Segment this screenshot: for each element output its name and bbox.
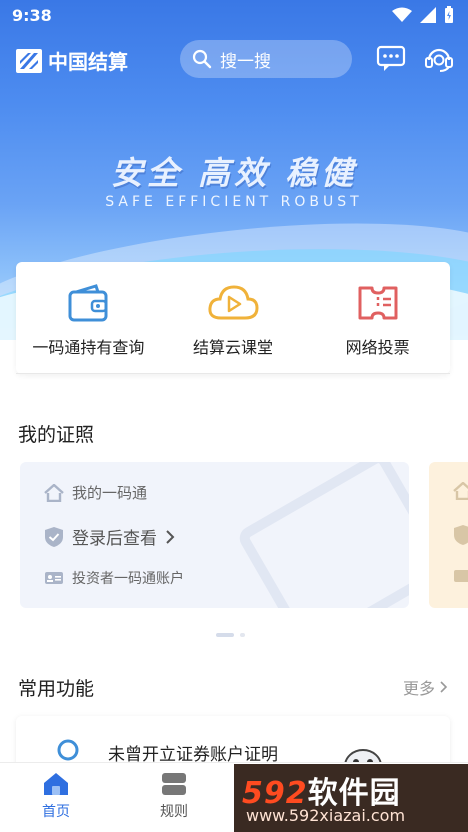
tab-home[interactable]: 首页 bbox=[42, 771, 70, 821]
search-placeholder: 搜一搜 bbox=[220, 51, 271, 72]
signal-icon bbox=[420, 7, 436, 23]
logo-text: 中国结算 bbox=[48, 50, 128, 74]
message-icon[interactable] bbox=[376, 44, 406, 72]
divider bbox=[16, 373, 450, 374]
id-card-icon bbox=[45, 572, 63, 584]
license-card-heading: 我的一码通 bbox=[72, 484, 148, 502]
home-icon bbox=[44, 483, 64, 502]
ticket-icon bbox=[358, 286, 398, 320]
search-input[interactable]: 搜一搜 bbox=[180, 40, 352, 78]
quick-action-label: 网络投票 bbox=[345, 338, 410, 357]
home-icon bbox=[453, 482, 468, 500]
license-card-account: 投资者一码通账户 bbox=[72, 571, 184, 587]
chevron-right-icon bbox=[166, 529, 175, 544]
shield-check-icon bbox=[454, 525, 468, 545]
cloud-play-icon bbox=[208, 285, 259, 320]
search-icon bbox=[192, 49, 212, 69]
tab-label: 规则 bbox=[160, 804, 188, 820]
banner-slogan-en: SAFE EFFICIENT ROBUST bbox=[105, 194, 363, 210]
quick-action-label: 一码通持有查询 bbox=[32, 338, 145, 357]
tab-label: 首页 bbox=[42, 804, 70, 820]
quick-action-online-voting[interactable]: 网络投票 bbox=[305, 262, 450, 374]
quick-action-holding-query[interactable]: 一码通持有查询 bbox=[16, 262, 161, 374]
wallet-icon bbox=[68, 284, 108, 322]
shield-check-icon bbox=[45, 526, 63, 547]
battery-icon bbox=[445, 6, 453, 23]
carousel-indicator bbox=[216, 633, 245, 637]
rules-icon bbox=[162, 773, 186, 795]
status-bar: 9:38 bbox=[0, 0, 468, 32]
login-to-view-text: 登录后查看 bbox=[72, 529, 157, 549]
quick-actions: 一码通持有查询 结算云课堂 网络投票 bbox=[16, 262, 450, 374]
app-logo: 中国结算 bbox=[16, 46, 128, 75]
home-icon bbox=[44, 773, 68, 795]
license-card-next[interactable] bbox=[429, 462, 468, 608]
section-title-my-license: 我的证照 bbox=[18, 424, 95, 446]
logo-mark-icon bbox=[16, 48, 42, 73]
more-link[interactable]: 更多 bbox=[403, 675, 448, 699]
customer-service-icon[interactable] bbox=[424, 44, 454, 72]
wifi-icon bbox=[392, 7, 412, 22]
quick-action-cloud-class[interactable]: 结算云课堂 bbox=[161, 262, 306, 374]
quick-action-label: 结算云课堂 bbox=[193, 338, 274, 357]
status-time: 9:38 bbox=[12, 6, 52, 25]
carousel-dot bbox=[240, 633, 245, 637]
watermark-url: www.592xiazai.com bbox=[246, 806, 406, 825]
carousel-dot-active bbox=[216, 633, 234, 637]
card-decoration bbox=[235, 462, 409, 608]
license-card[interactable]: 我的一码通 登录后查看 投资者一码通账户 bbox=[20, 462, 409, 608]
tab-rules[interactable]: 规则 bbox=[160, 771, 188, 821]
more-text: 更多 bbox=[402, 679, 435, 698]
section-title-common-functions: 常用功能 bbox=[18, 678, 95, 700]
id-card-icon bbox=[454, 570, 468, 582]
top-bar: 中国结算 搜一搜 bbox=[0, 38, 468, 82]
chevron-right-icon bbox=[440, 681, 448, 693]
banner-slogan: 安全 高效 稳健 bbox=[110, 154, 358, 192]
watermark: 592软件园 www.592xiazai.com bbox=[234, 764, 468, 832]
login-to-view-link[interactable]: 登录后查看 bbox=[44, 524, 175, 549]
